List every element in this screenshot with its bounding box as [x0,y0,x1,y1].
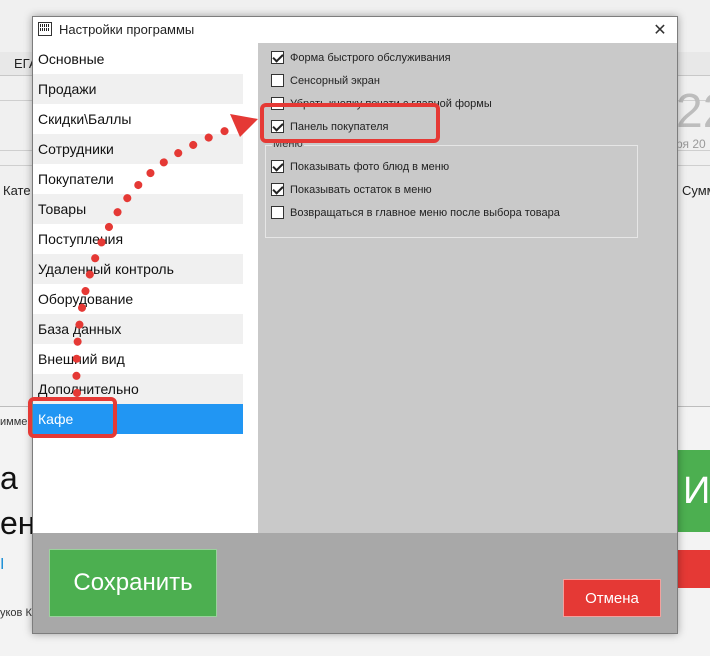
checkbox-checked[interactable] [271,120,284,133]
bg-bottom-text: уков К [0,607,32,619]
nav-item-receipts[interactable]: Поступления [33,224,243,254]
nav-item-sales[interactable]: Продажи [33,74,243,104]
option-label: Возвращаться в главное меню после выбора… [290,206,560,219]
menu-group-label: Меню [272,138,304,150]
bg-comment-label: имме [0,416,28,428]
nav-item-hardware[interactable]: Оборудование [33,284,243,314]
bg-big-number: 22 [676,85,710,138]
option-show-stock[interactable]: Показывать остаток в меню [271,183,432,196]
option-label: Сенсорный экран [290,74,380,87]
nav-item-database[interactable]: База данных [33,314,243,344]
bg-column-header-left: Кате [3,183,31,198]
settings-content: Форма быстрого обслуживания Сенсорный эк… [258,43,677,533]
checkbox-unchecked[interactable] [271,206,284,219]
bg-green-button[interactable]: И [677,450,710,532]
nav-item-customers[interactable]: Покупатели [33,164,243,194]
settings-dialog: Настройки программы ✕ Основные Продажи С… [32,16,678,634]
bg-column-header-right: Сумм [682,183,710,198]
dialog-title: Настройки программы [59,22,195,37]
option-label: Показывать фото блюд в меню [290,160,450,173]
save-button[interactable]: Сохранить [49,549,217,617]
checkbox-checked[interactable] [271,183,284,196]
nav-item-additional[interactable]: Дополнительно [33,374,243,404]
bg-big-text-1: а [0,460,18,496]
cancel-button[interactable]: Отмена [563,579,661,617]
option-return-to-main-menu[interactable]: Возвращаться в главное меню после выбора… [271,206,560,219]
bg-red-button[interactable] [677,550,710,588]
app-icon [38,22,52,36]
option-customer-panel[interactable]: Панель покупателя [271,120,388,133]
option-label: Убрать кнопку печати с главной формы [290,97,492,110]
nav-item-discounts[interactable]: Скидки\Баллы [33,104,243,134]
nav-item-employees[interactable]: Сотрудники [33,134,243,164]
checkbox-checked[interactable] [271,160,284,173]
checkbox-checked[interactable] [271,51,284,64]
checkbox-unchecked[interactable] [271,97,284,110]
bg-big-text-2: ен [0,505,36,541]
close-icon: ✕ [653,22,667,39]
option-touch-screen[interactable]: Сенсорный экран [271,74,380,87]
nav-item-appearance[interactable]: Внешний вид [33,344,243,374]
checkbox-unchecked[interactable] [271,74,284,87]
bg-blue-mark: I [0,556,5,573]
settings-nav: Основные Продажи Скидки\Баллы Сотрудники… [33,43,258,533]
option-label: Показывать остаток в меню [290,183,432,196]
bg-date: ря 20 [676,137,706,151]
dialog-titlebar[interactable]: Настройки программы ✕ [33,17,677,43]
option-label: Панель покупателя [290,120,389,133]
nav-item-remote-control[interactable]: Удаленный контроль [33,254,243,284]
nav-item-cafe[interactable]: Кафе [33,404,243,434]
nav-item-products[interactable]: Товары [33,194,243,224]
nav-item-main[interactable]: Основные [33,44,243,74]
option-show-dish-photos[interactable]: Показывать фото блюд в меню [271,160,449,173]
option-remove-print-button[interactable]: Убрать кнопку печати с главной формы [271,97,492,110]
dialog-footer: Сохранить Отмена [33,533,677,633]
option-label: Форма быстрого обслуживания [290,51,451,64]
option-quick-service[interactable]: Форма быстрого обслуживания [271,51,451,64]
close-button[interactable]: ✕ [643,17,677,43]
